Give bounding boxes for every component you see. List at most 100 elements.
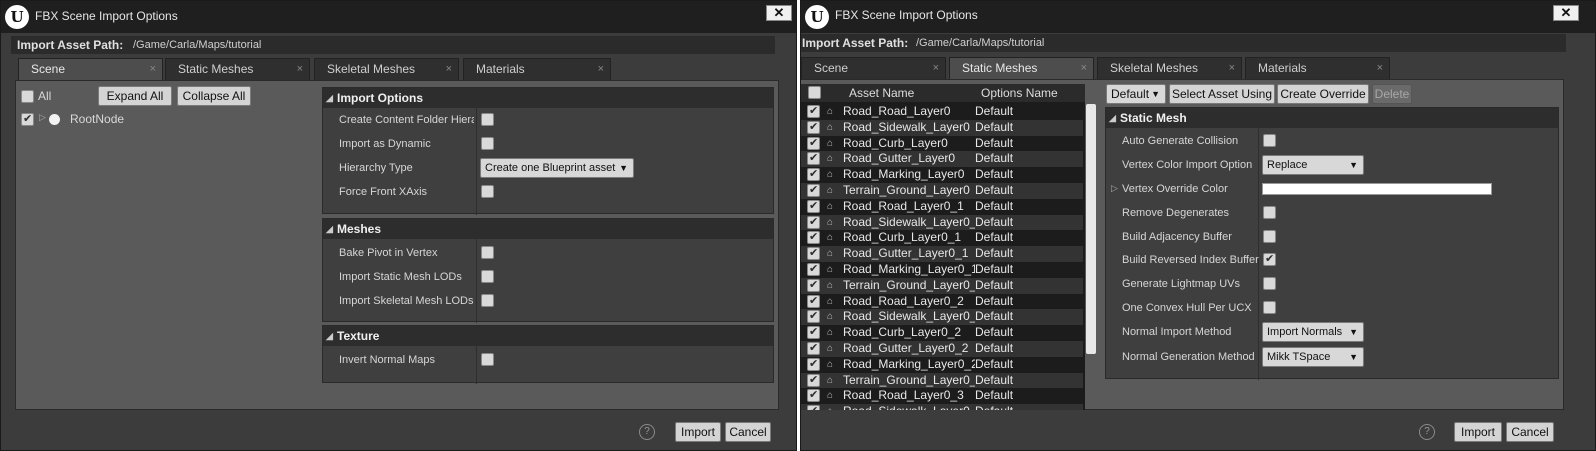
row-checkbox[interactable] xyxy=(807,136,820,150)
auto-generate-collision-checkbox[interactable] xyxy=(1263,134,1276,147)
select-asset-using-button[interactable]: Select Asset Using xyxy=(1169,84,1275,104)
tab-close-icon[interactable]: × xyxy=(933,58,939,79)
import-static-mesh-lods-checkbox[interactable] xyxy=(481,270,494,283)
table-row[interactable]: ⌂ Road_Curb_Layer0 Default xyxy=(801,135,1083,152)
tab-scene[interactable]: Scene × xyxy=(18,58,163,80)
tab-close-icon[interactable]: × xyxy=(598,59,604,80)
column-header-asset-name[interactable]: Asset Name xyxy=(849,86,914,100)
expand-all-button[interactable]: Expand All xyxy=(98,86,172,106)
tab-scene[interactable]: Scene × xyxy=(801,57,946,79)
normal-import-method-dropdown[interactable]: Import Normals ▼ xyxy=(1262,322,1364,342)
bake-pivot-checkbox[interactable] xyxy=(481,246,494,259)
row-checkbox[interactable] xyxy=(807,388,820,403)
row-checkbox[interactable] xyxy=(807,167,820,182)
list-scrollbar-thumb[interactable] xyxy=(1086,104,1096,354)
force-front-xaxis-checkbox[interactable] xyxy=(481,185,494,198)
tab-close-icon[interactable]: × xyxy=(150,59,156,80)
tab-close-icon[interactable]: × xyxy=(446,59,452,80)
row-checkbox[interactable] xyxy=(807,104,820,118)
row-checkbox[interactable] xyxy=(807,278,820,292)
create-content-folder-checkbox[interactable] xyxy=(481,113,494,126)
tab-skeletal-meshes[interactable]: Skeletal Meshes × xyxy=(1097,57,1242,79)
table-row[interactable]: ⌂ Road_Sidewalk_Layer0_3Default xyxy=(801,404,1083,410)
tab-materials[interactable]: Materials × xyxy=(1245,57,1390,79)
tab-close-icon[interactable]: × xyxy=(1377,58,1383,79)
row-checkbox[interactable] xyxy=(807,262,820,276)
table-row[interactable]: ⌂ Road_Sidewalk_Layer0_2Default xyxy=(801,309,1083,326)
table-row[interactable]: ⌂ Road_Gutter_Layer0 Default xyxy=(801,151,1083,168)
expand-arrow-icon[interactable]: ▷ xyxy=(1111,183,1118,194)
table-row[interactable]: ⌂ Terrain_Ground_Layer0 Default xyxy=(801,183,1083,199)
table-row[interactable]: ⌂ Road_Road_Layer0_3 Default xyxy=(801,388,1083,405)
tab-skeletal-meshes[interactable]: Skeletal Meshes × xyxy=(314,58,459,80)
table-row[interactable]: ⌂ Road_Road_Layer0_2 Default xyxy=(801,293,1083,310)
row-checkbox[interactable] xyxy=(807,325,820,340)
remove-degenerates-checkbox[interactable] xyxy=(1263,206,1276,219)
normal-generation-method-dropdown[interactable]: Mikk TSpace ▼ xyxy=(1262,347,1364,367)
table-row[interactable]: ⌂ Terrain_Ground_Layer0_2Default xyxy=(801,372,1083,389)
section-header[interactable]: ◢ Texture xyxy=(323,326,773,346)
table-row[interactable]: ⌂ Road_Marking_Layer0_1Default xyxy=(801,262,1083,278)
vertex-color-import-dropdown[interactable]: Replace ▼ xyxy=(1262,155,1364,175)
tab-close-icon[interactable]: × xyxy=(1229,58,1235,79)
help-icon[interactable]: ? xyxy=(1419,424,1435,440)
import-button[interactable]: Import xyxy=(1454,422,1502,442)
row-checkbox[interactable] xyxy=(807,151,820,166)
collapse-all-button[interactable]: Collapse All xyxy=(177,86,251,106)
section-header[interactable]: ◢ Static Mesh xyxy=(1106,108,1558,128)
hierarchy-type-dropdown[interactable]: Create one Blueprint asset ▼ xyxy=(480,158,634,178)
invert-normal-maps-checkbox[interactable] xyxy=(481,353,494,366)
help-icon[interactable]: ? xyxy=(639,424,655,440)
root-node-label[interactable]: RootNode xyxy=(70,112,124,126)
row-checkbox[interactable] xyxy=(807,294,820,308)
row-checkbox[interactable] xyxy=(807,404,820,410)
row-checkbox[interactable] xyxy=(807,309,820,324)
build-reversed-index-buffer-checkbox[interactable] xyxy=(1263,252,1276,266)
row-checkbox[interactable] xyxy=(807,357,820,371)
row-checkbox[interactable] xyxy=(807,246,820,261)
root-node-checkbox[interactable] xyxy=(21,112,34,126)
table-row[interactable]: ⌂ Road_Sidewalk_Layer0 Default xyxy=(801,119,1083,136)
tab-static-meshes[interactable]: Static Meshes × xyxy=(165,58,310,80)
select-all-checkbox[interactable] xyxy=(808,86,821,99)
table-row[interactable]: ⌂ Road_Road_Layer0 Default xyxy=(801,104,1083,120)
row-checkbox[interactable] xyxy=(807,341,820,355)
cancel-button[interactable]: Cancel xyxy=(1506,422,1554,442)
vertex-override-color-swatch[interactable] xyxy=(1262,183,1492,195)
table-row[interactable]: ⌂ Road_Sidewalk_Layer0_1Default xyxy=(801,214,1083,231)
table-row[interactable]: ⌂ Road_Curb_Layer0_1 Default xyxy=(801,230,1083,247)
cancel-button[interactable]: Cancel xyxy=(725,422,771,442)
title-bar[interactable]: U FBX Scene Import Options ✕ xyxy=(801,1,1595,33)
default-options-dropdown[interactable]: Default ▼ xyxy=(1106,84,1166,104)
delete-button[interactable]: Delete xyxy=(1372,84,1412,104)
row-checkbox[interactable] xyxy=(807,120,820,134)
row-checkbox[interactable] xyxy=(807,215,820,229)
section-header[interactable]: ◢ Import Options xyxy=(323,88,773,108)
one-convex-hull-checkbox[interactable] xyxy=(1263,301,1276,314)
close-button[interactable]: ✕ xyxy=(766,5,792,21)
column-header-options-name[interactable]: Options Name xyxy=(981,86,1058,100)
tab-close-icon[interactable]: × xyxy=(297,59,303,80)
generate-lightmap-uvs-checkbox[interactable] xyxy=(1263,277,1276,290)
row-checkbox[interactable] xyxy=(807,199,820,213)
table-row[interactable]: ⌂ Road_Marking_Layer0_2Default xyxy=(801,356,1083,373)
table-row[interactable]: ⌂ Road_Gutter_Layer0_2 Default xyxy=(801,341,1083,357)
create-override-button[interactable]: Create Override xyxy=(1277,84,1369,104)
table-row[interactable]: ⌂ Terrain_Ground_Layer0_1Default xyxy=(801,277,1083,294)
section-header[interactable]: ◢ Meshes xyxy=(323,219,773,239)
select-all-checkbox[interactable] xyxy=(21,90,34,103)
expand-arrow-icon[interactable]: ▷ xyxy=(39,112,46,123)
title-bar[interactable]: U FBX Scene Import Options ✕ xyxy=(1,1,796,33)
table-row[interactable]: ⌂ Road_Road_Layer0_1 Default xyxy=(801,198,1083,215)
import-button[interactable]: Import xyxy=(675,422,721,442)
tab-static-meshes[interactable]: Static Meshes × xyxy=(949,57,1094,79)
row-checkbox[interactable] xyxy=(807,373,820,387)
tab-close-icon[interactable]: × xyxy=(1081,58,1087,79)
table-row[interactable]: ⌂ Road_Gutter_Layer0_1 Default xyxy=(801,246,1083,262)
table-row[interactable]: ⌂ Road_Curb_Layer0_2 Default xyxy=(801,325,1083,341)
import-as-dynamic-checkbox[interactable] xyxy=(481,137,494,150)
import-skeletal-mesh-lods-checkbox[interactable] xyxy=(481,294,494,307)
row-checkbox[interactable] xyxy=(807,183,820,197)
close-button[interactable]: ✕ xyxy=(1553,5,1579,21)
row-checkbox[interactable] xyxy=(807,230,820,245)
